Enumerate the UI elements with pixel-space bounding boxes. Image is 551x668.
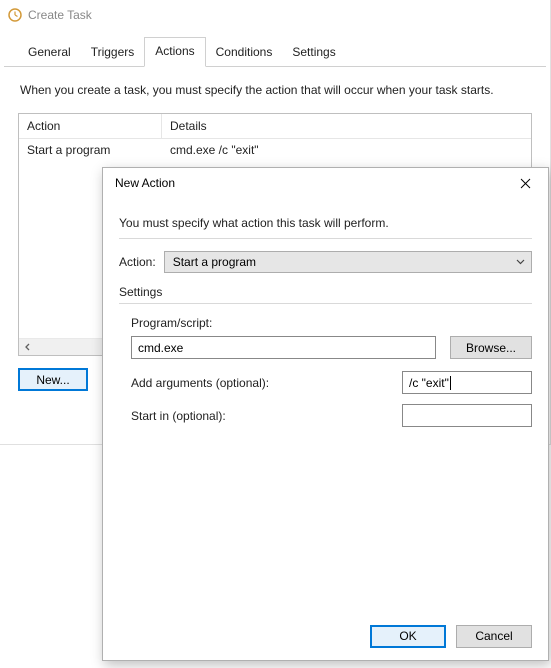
arguments-row: Add arguments (optional): /c "exit"	[131, 371, 532, 394]
title-bar: Create Task	[0, 0, 550, 30]
new-button[interactable]: New...	[18, 368, 88, 391]
window-title: Create Task	[28, 8, 92, 22]
settings-label: Settings	[119, 285, 532, 299]
dialog-footer: OK Cancel	[103, 612, 548, 660]
action-label: Action:	[119, 255, 156, 269]
close-button[interactable]	[503, 168, 548, 198]
program-label: Program/script:	[131, 316, 532, 330]
ok-button[interactable]: OK	[370, 625, 446, 648]
startin-row: Start in (optional):	[131, 404, 532, 427]
intro-text: When you create a task, you must specify…	[18, 71, 532, 113]
table-header: Action Details	[19, 114, 531, 139]
tab-triggers[interactable]: Triggers	[81, 39, 145, 67]
action-row: Action: Start a program	[119, 251, 532, 273]
program-row: cmd.exe Browse...	[131, 336, 532, 359]
dialog-title-bar: New Action	[103, 168, 548, 198]
dialog-intro: You must specify what action this task w…	[119, 204, 532, 238]
program-input[interactable]: cmd.exe	[131, 336, 436, 359]
tab-settings[interactable]: Settings	[282, 39, 345, 67]
col-details[interactable]: Details	[162, 114, 531, 138]
cell-details: cmd.exe /c "exit"	[162, 139, 531, 161]
startin-input[interactable]	[402, 404, 532, 427]
divider	[119, 238, 532, 239]
dialog-title: New Action	[115, 176, 175, 190]
scroll-left-icon[interactable]	[19, 339, 36, 356]
close-icon	[520, 178, 531, 189]
settings-divider	[119, 303, 532, 304]
action-dropdown[interactable]: Start a program	[164, 251, 532, 273]
browse-button[interactable]: Browse...	[450, 336, 532, 359]
dialog-body: You must specify what action this task w…	[103, 198, 548, 612]
arguments-input[interactable]: /c "exit"	[402, 371, 532, 394]
tab-conditions[interactable]: Conditions	[206, 39, 283, 67]
task-scheduler-icon	[8, 8, 22, 22]
arguments-label: Add arguments (optional):	[131, 376, 402, 390]
cancel-button[interactable]: Cancel	[456, 625, 532, 648]
action-value: Start a program	[173, 255, 256, 269]
startin-label: Start in (optional):	[131, 409, 402, 423]
cell-action: Start a program	[19, 139, 162, 161]
tabs: General Triggers Actions Conditions Sett…	[4, 30, 546, 67]
settings-group: Program/script: cmd.exe Browse... Add ar…	[119, 316, 532, 427]
new-action-dialog: New Action You must specify what action …	[102, 167, 549, 661]
tab-general[interactable]: General	[18, 39, 81, 67]
tab-actions[interactable]: Actions	[144, 37, 205, 67]
chevron-down-icon	[516, 259, 525, 265]
col-action[interactable]: Action	[19, 114, 162, 138]
table-row[interactable]: Start a program cmd.exe /c "exit"	[19, 139, 531, 161]
